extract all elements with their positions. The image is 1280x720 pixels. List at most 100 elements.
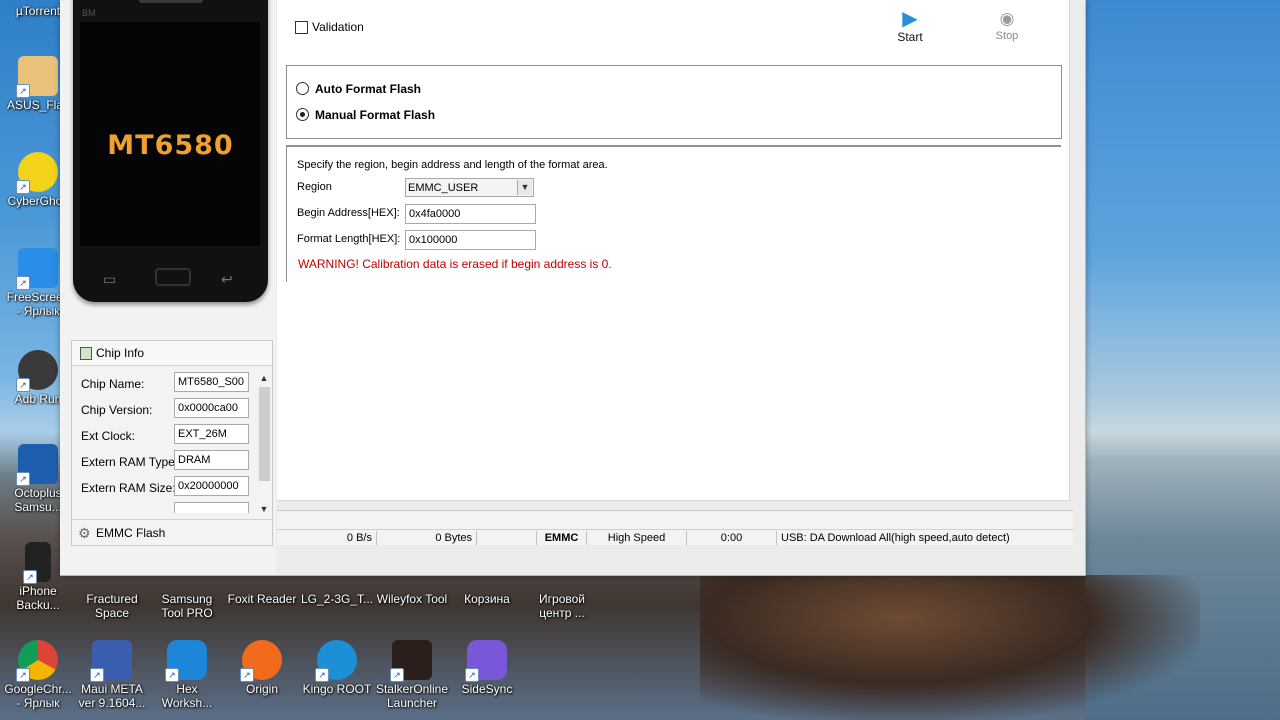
emmc-flash-header[interactable]: ⚙ EMMC Flash	[72, 519, 272, 545]
desktop-icon-label: Maui META ver 9.1604...	[78, 682, 146, 710]
left-pane: BM MT6580 ▭ ↩ Chip Info Chip Name: MT658…	[60, 0, 276, 575]
hex-icon: ↗	[165, 640, 207, 682]
chip-info-row: Extern RAM Type: DRAM	[72, 449, 256, 475]
transfer-bytes: 0 Bytes	[377, 531, 477, 545]
desktop-icon-label: Samsung Tool PRO	[161, 592, 213, 620]
speed-mode: High Speed	[587, 531, 687, 545]
chip-info-row: Chip Name: MT6580_S00	[72, 371, 256, 397]
transfer-speed: 0 B/s	[277, 531, 377, 545]
chip-info-rows: Chip Name: MT6580_S00 Chip Version: 0x00…	[72, 371, 256, 513]
stalker-icon: ↗	[390, 640, 432, 682]
auto-format-radio[interactable]: Auto Format Flash	[296, 82, 421, 96]
chip-version-field[interactable]: 0x0000ca00	[174, 398, 249, 418]
folder-zip-icon: ↗	[16, 56, 58, 98]
android-icon: ↗	[16, 350, 58, 392]
octoplus-icon: ↗	[16, 444, 58, 486]
desktop-icon-sidesync[interactable]: ↗ SideSync	[449, 640, 525, 696]
chip-info-row: Chip Version: 0x0000ca00	[72, 397, 256, 423]
desktop-icon-label: GoogleChr... - Ярлык	[4, 682, 72, 710]
kingo-icon: ↗	[315, 640, 357, 682]
start-button[interactable]: ▶ Start	[880, 8, 940, 44]
stop-button[interactable]: ◉ Stop	[977, 8, 1037, 42]
desktop-icon-label: Игровой центр ...	[539, 592, 585, 620]
sidesync-icon: ↗	[465, 640, 507, 682]
cyberghost-icon: ↗	[16, 152, 58, 194]
desktop-icon-label: Kingo ROOT	[302, 682, 372, 696]
ram-size-label: Extern RAM Size:	[81, 481, 176, 495]
chip-name-field[interactable]: MT6580_S00	[174, 372, 249, 392]
scroll-down-icon[interactable]: ▼	[259, 504, 269, 514]
phone-icon: ↗	[23, 542, 51, 584]
desktop-icon-hex-workshop[interactable]: ↗ Hex Worksh...	[149, 640, 225, 710]
screen-capture-icon: ↗	[16, 248, 58, 290]
region-value: EMMC_USER	[408, 182, 479, 194]
storage-type: EMMC	[537, 531, 587, 545]
chip-info-panel: Chip Info Chip Name: MT6580_S00 Chip Ver…	[71, 340, 273, 546]
desktop-icon-fractured-space[interactable]: Fractured Space	[74, 592, 150, 620]
desktop-icon-samsung-tool[interactable]: Samsung Tool PRO	[149, 592, 225, 620]
start-label: Start	[897, 30, 923, 44]
calibration-warning: WARNING! Calibration data is erased if b…	[298, 257, 612, 271]
emmc-flash-title: EMMC Flash	[96, 526, 166, 540]
desktop-icon-kingo-root[interactable]: ↗ Kingo ROOT	[299, 640, 375, 696]
desktop-icon-label: Wileyfox Tool	[376, 592, 448, 606]
format-mode-group: Auto Format Flash Manual Format Flash	[286, 65, 1062, 139]
chip-version-label: Chip Version:	[81, 403, 153, 417]
format-description: Specify the region, begin address and le…	[297, 159, 608, 171]
usb-status: USB: DA Download All(high speed,auto det…	[781, 532, 1010, 544]
desktop-icon-game-center[interactable]: Игровой центр ...	[524, 592, 600, 620]
format-tab-content: Validation ▶ Start ◉ Stop Auto Format Fl…	[277, 0, 1070, 501]
desktop-icon-maui-meta[interactable]: ↗ Maui META ver 9.1604...	[74, 640, 150, 710]
scroll-thumb[interactable]	[259, 387, 270, 481]
desktop-icon-label: Origin	[245, 682, 278, 696]
chip-info-header[interactable]: Chip Info	[72, 341, 272, 366]
chip-info-scrollbar[interactable]: ▲ ▼	[257, 371, 271, 514]
gear-icon: ⚙	[78, 525, 91, 541]
begin-address-label: Begin Address[HEX]:	[297, 207, 400, 219]
begin-address-input[interactable]: 0x4fa0000	[405, 204, 536, 224]
desktop-icon-label: LG_2-3G_T...	[300, 592, 374, 606]
validation-label: Validation	[312, 20, 364, 34]
desktop-icon-origin[interactable]: ↗ Origin	[224, 640, 300, 696]
next-field-partial[interactable]	[174, 502, 249, 513]
desktop-icon-label: iPhone Backu...	[16, 584, 60, 612]
validation-checkbox[interactable]: Validation	[295, 20, 364, 35]
home-button-icon	[155, 268, 191, 286]
radio-circle[interactable]	[296, 82, 309, 95]
desktop-icon-googlechrome[interactable]: ↗ GoogleChr... - Ярлык	[0, 640, 76, 710]
origin-icon: ↗	[240, 640, 282, 682]
desktop-icon-stalker-online[interactable]: ↗ StalkerOnline Launcher	[374, 640, 450, 710]
back-icon: ↩	[221, 271, 233, 287]
chip-info-row	[72, 501, 256, 513]
elapsed-time: 0:00	[687, 531, 777, 545]
desktop-icon-lg-tool[interactable]: LG_2-3G_T...	[299, 592, 375, 606]
desktop-icon-recycle-bin[interactable]: Корзина	[449, 592, 525, 606]
desktop-icon-label: Корзина	[464, 592, 510, 606]
play-icon: ▶	[902, 8, 918, 30]
auto-format-label: Auto Format Flash	[315, 82, 422, 96]
ext-clock-label: Ext Clock:	[81, 429, 136, 443]
phone-image: BM MT6580 ▭ ↩	[73, 0, 268, 302]
menu-icon: ▭	[103, 271, 117, 287]
chrome-icon: ↗	[16, 640, 58, 682]
ram-type-label: Extern RAM Type:	[81, 455, 179, 469]
checkbox-box[interactable]	[295, 21, 308, 35]
format-area-group: Specify the region, begin address and le…	[286, 145, 1061, 282]
radio-circle-selected[interactable]	[296, 108, 309, 121]
desktop-icon-label: StalkerOnline Launcher	[375, 682, 449, 710]
stop-label: Stop	[995, 30, 1019, 42]
desktop-icon-wileyfox[interactable]: Wileyfox Tool	[374, 592, 450, 606]
chevron-down-icon[interactable]: ▼	[517, 180, 532, 195]
ram-type-field[interactable]: DRAM	[174, 450, 249, 470]
format-length-input[interactable]: 0x100000	[405, 230, 536, 250]
ext-clock-field[interactable]: EXT_26M	[174, 424, 249, 444]
chip-icon	[80, 347, 92, 360]
scroll-up-icon[interactable]: ▲	[259, 373, 269, 383]
stop-icon: ◉	[999, 9, 1015, 28]
region-select[interactable]: EMMC_USER ▼	[405, 178, 534, 197]
ram-size-field[interactable]: 0x20000000	[174, 476, 249, 496]
desktop-icon-foxit-reader[interactable]: Foxit Reader	[224, 592, 300, 606]
manual-format-radio[interactable]: Manual Format Flash	[296, 108, 435, 122]
chip-name-label: Chip Name:	[81, 377, 145, 391]
main-area: Validation ▶ Start ◉ Stop Auto Format Fl…	[277, 0, 1085, 575]
